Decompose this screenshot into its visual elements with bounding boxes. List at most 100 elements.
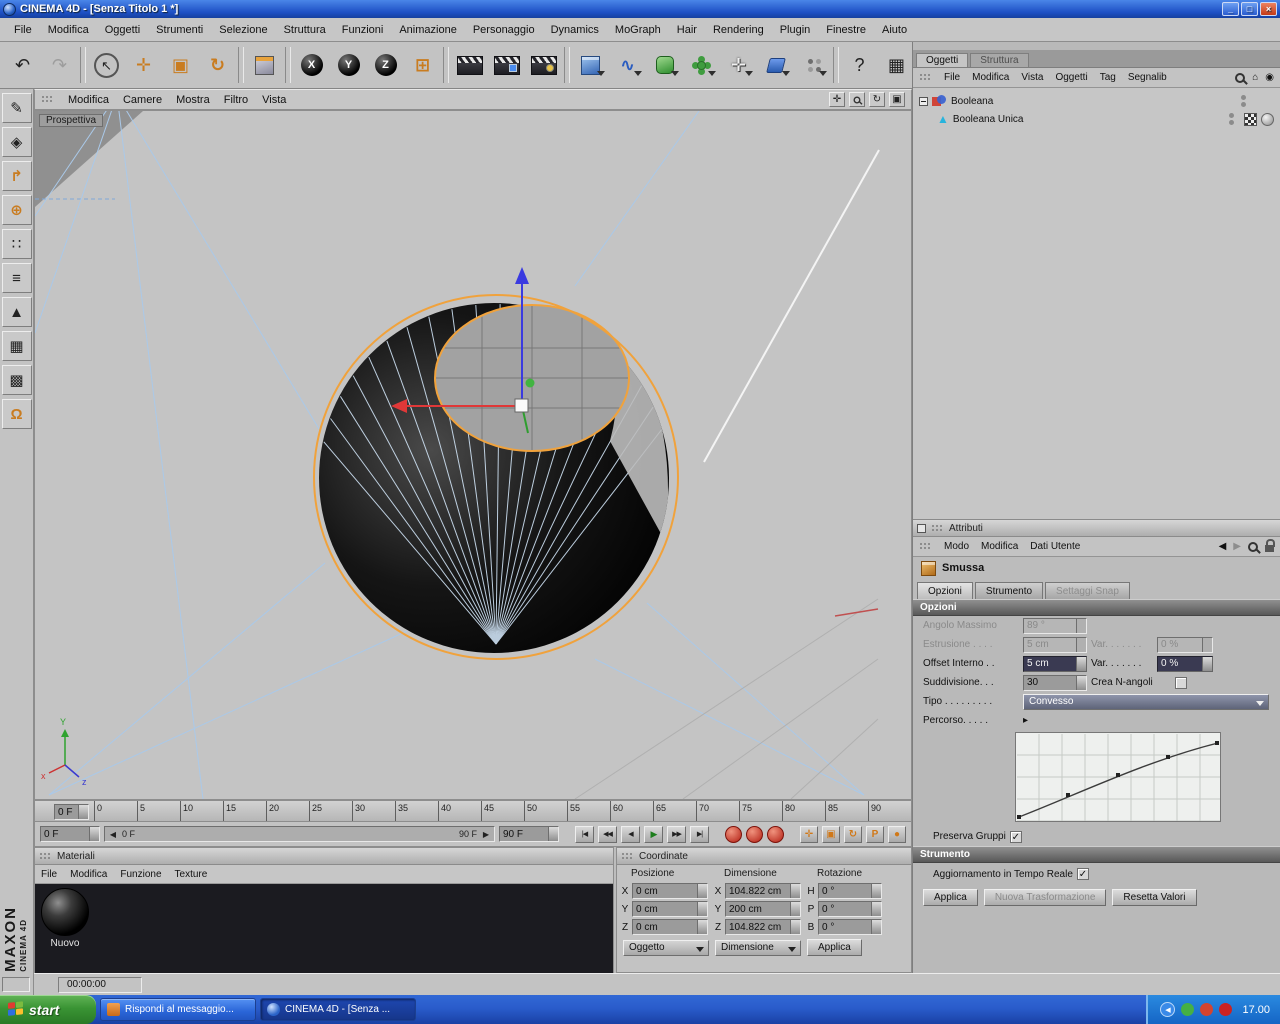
menu-item[interactable]: Strumenti <box>148 21 211 39</box>
menu-item[interactable]: Modifica <box>40 21 97 39</box>
add-environment-button[interactable] <box>794 45 831 85</box>
menu-item[interactable]: Personaggio <box>465 21 543 39</box>
record-position-toggle[interactable]: ✛ <box>800 825 818 843</box>
menu-item[interactable]: Dynamics <box>543 21 607 39</box>
menu-item[interactable]: Oggetti <box>97 21 148 39</box>
position-x-field[interactable]: 0 cm <box>632 883 708 899</box>
offset-interno-field[interactable]: 5 cm <box>1023 655 1087 672</box>
range-end-field[interactable]: 90 F <box>499 826 559 842</box>
material-preview-sphere[interactable] <box>41 888 89 936</box>
om-menu-item[interactable]: Modifica <box>972 72 1009 83</box>
materials-menu-item[interactable]: Modifica <box>70 869 107 880</box>
texture-tag-icon[interactable] <box>1244 112 1257 126</box>
viewport-menu-item[interactable]: Mostra <box>176 94 210 106</box>
current-frame-field[interactable]: 0 F <box>54 804 89 820</box>
tab-opzioni[interactable]: Opzioni <box>917 582 973 599</box>
next-key-button[interactable]: ▶▶ <box>667 825 686 843</box>
render-settings-button[interactable] <box>525 45 562 85</box>
panel-grip[interactable] <box>621 851 634 861</box>
restore-button[interactable]: □ <box>1241 2 1258 16</box>
viewport-menu-item[interactable]: Filtro <box>224 94 248 106</box>
attr-menu-item[interactable]: Dati Utente <box>1030 541 1080 552</box>
viewport-canvas[interactable]: Y x z Prospettiva <box>34 110 912 800</box>
viewport-camera-label[interactable]: Prospettiva <box>39 114 104 127</box>
om-menu-item[interactable]: Tag <box>1100 72 1116 83</box>
position-z-field[interactable]: 0 cm <box>632 919 708 935</box>
snap-settings-button[interactable]: Ω <box>1 399 32 429</box>
visibility-dots[interactable] <box>1241 95 1246 107</box>
panel-grip[interactable] <box>919 542 932 551</box>
materials-list[interactable]: Nuovo <box>35 884 613 973</box>
play-button[interactable]: ▶ <box>644 825 663 843</box>
materials-header[interactable]: Materiali <box>35 848 613 865</box>
history-forward-icon[interactable]: ▶ <box>1233 541 1241 552</box>
coordinate-mode-dropdown[interactable]: Oggetto <box>623 939 709 956</box>
tipo-dropdown[interactable]: Convesso <box>1023 693 1269 710</box>
crea-n-angoli-checkbox[interactable] <box>1175 676 1187 689</box>
tree-row-booleana[interactable]: Booleana <box>913 92 1280 110</box>
tab-struttura[interactable]: Struttura <box>970 53 1029 67</box>
timeline-ruler[interactable]: 0 F 0 5 10 15 20 25 30 35 40 45 50 55 60 65 70 75 80 85 90 <box>34 800 912 822</box>
scale-button[interactable]: ▣ <box>162 45 199 85</box>
menu-item[interactable]: Finestre <box>818 21 874 39</box>
section-opzioni[interactable]: Opzioni <box>913 599 1280 616</box>
pan-view-icon[interactable]: ✛ <box>829 92 845 107</box>
texture-axis-button[interactable]: ▩ <box>1 365 32 395</box>
menu-item[interactable]: Aiuto <box>874 21 915 39</box>
range-start-field[interactable]: 0 F <box>40 826 100 842</box>
object-name[interactable]: Booleana <box>951 96 993 107</box>
zoom-view-icon[interactable] <box>849 92 865 107</box>
dimension-y-field[interactable]: 200 cm <box>725 901 801 917</box>
rotate-view-icon[interactable]: ↻ <box>869 92 885 107</box>
menu-item[interactable]: File <box>6 21 40 39</box>
om-menu-item[interactable]: File <box>944 72 960 83</box>
percorso-curve-editor[interactable] <box>1015 732 1221 822</box>
model-mode-button[interactable]: ◈ <box>1 127 32 157</box>
menu-item[interactable]: Hair <box>669 21 705 39</box>
render-region-button[interactable] <box>488 45 525 85</box>
menu-item[interactable]: Animazione <box>391 21 464 39</box>
minimize-button[interactable]: _ <box>1222 2 1239 16</box>
menu-item[interactable]: Selezione <box>211 21 275 39</box>
redo-button[interactable]: ↷ <box>41 45 78 85</box>
panel-grip[interactable] <box>39 851 52 861</box>
keying-options-button[interactable] <box>767 825 784 843</box>
record-rotation-toggle[interactable]: ↻ <box>844 825 862 843</box>
dimension-mode-dropdown[interactable]: Dimensione <box>715 939 801 956</box>
lock-z-button[interactable]: Z <box>367 45 404 85</box>
add-spline-button[interactable]: ∿ <box>609 45 646 85</box>
materials-menu-item[interactable]: Texture <box>175 869 208 880</box>
texture-mode-button[interactable]: ↱ <box>1 161 32 191</box>
layout-button[interactable]: ▦ <box>878 45 915 85</box>
record-scale-toggle[interactable]: ▣ <box>822 825 840 843</box>
render-view-button[interactable] <box>451 45 488 85</box>
section-strumento[interactable]: Strumento <box>913 846 1280 863</box>
menu-item[interactable]: MoGraph <box>607 21 669 39</box>
tray-icon-2[interactable] <box>1200 1003 1214 1016</box>
autokey-button[interactable] <box>746 825 763 843</box>
add-mograph-button[interactable] <box>683 45 720 85</box>
rotation-b-field[interactable]: 0 ° <box>818 919 882 935</box>
materials-menu-item[interactable]: File <box>41 869 57 880</box>
tree-row-booleana-unica[interactable]: ▲ Booleana Unica <box>913 110 1280 128</box>
rotation-h-field[interactable]: 0 ° <box>818 883 882 899</box>
applica-button[interactable]: Applica <box>923 889 978 906</box>
om-menu-item[interactable]: Vista <box>1021 72 1043 83</box>
coordinates-apply-button[interactable]: Applica <box>807 939 862 956</box>
start-button[interactable]: start <box>0 995 96 1024</box>
move-button[interactable]: ✛ <box>125 45 162 85</box>
toggle-view-icon[interactable]: ▣ <box>889 92 905 107</box>
dimension-z-field[interactable]: 104.822 cm <box>725 919 801 935</box>
viewport-menu-item[interactable]: Modifica <box>68 94 109 106</box>
dimension-x-field[interactable]: 104.822 cm <box>725 883 801 899</box>
close-button[interactable]: × <box>1260 2 1277 16</box>
active-tool-button[interactable] <box>246 45 283 85</box>
visibility-dots[interactable] <box>1229 113 1234 125</box>
preserva-gruppi-checkbox[interactable] <box>1009 830 1022 843</box>
scroll-right-icon[interactable]: ▶ <box>480 830 492 839</box>
scroll-left-icon[interactable]: ◀ <box>107 830 119 839</box>
lock-x-button[interactable]: X <box>293 45 330 85</box>
previous-key-button[interactable]: ◀◀ <box>598 825 617 843</box>
material-item[interactable]: Nuovo <box>41 888 89 969</box>
eye-icon[interactable]: ◉ <box>1265 72 1274 83</box>
